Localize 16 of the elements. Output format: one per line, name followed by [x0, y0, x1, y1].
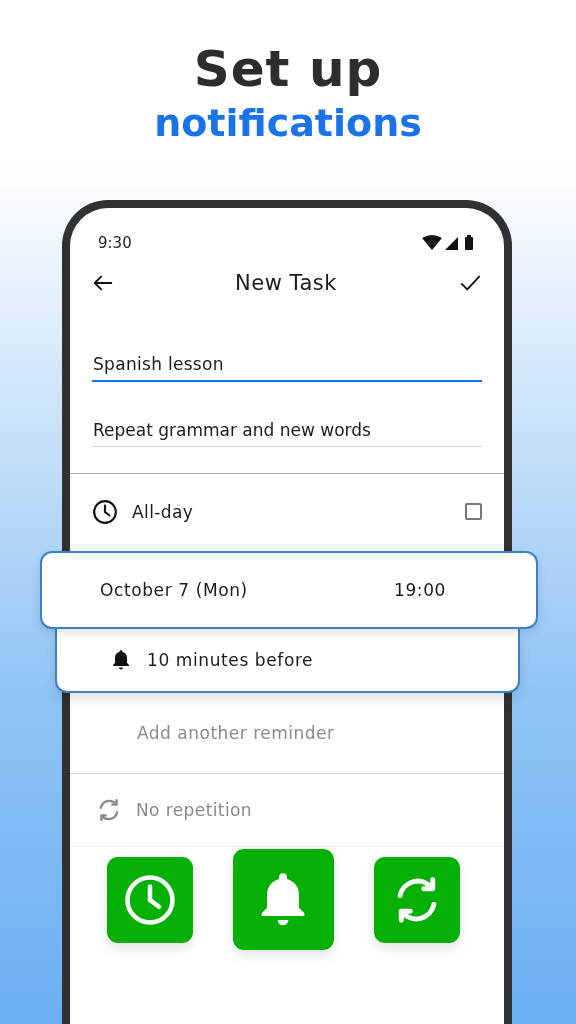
time-text: 19:00 [394, 580, 446, 600]
date-time-card[interactable]: October 7 (Mon) 19:00 [40, 551, 538, 629]
repetition-label: No repetition [136, 800, 252, 820]
headline: Set up [193, 39, 383, 100]
reminder-card[interactable]: 10 minutes before [55, 629, 520, 693]
screen-title: New Task [235, 271, 337, 295]
description-field[interactable]: Repeat grammar and new words [92, 420, 482, 447]
checkbox[interactable] [465, 503, 482, 520]
reminder-text: 10 minutes before [147, 650, 314, 670]
status-time: 9:30 [98, 234, 132, 252]
title-field[interactable]: Spanish lesson [92, 354, 482, 382]
headline-subtitle: notifications [154, 100, 422, 146]
clock-icon [92, 498, 118, 525]
clock-icon [122, 872, 177, 927]
all-day-label: All-day [132, 501, 194, 522]
date-text: October 7 (Mon) [100, 580, 248, 600]
